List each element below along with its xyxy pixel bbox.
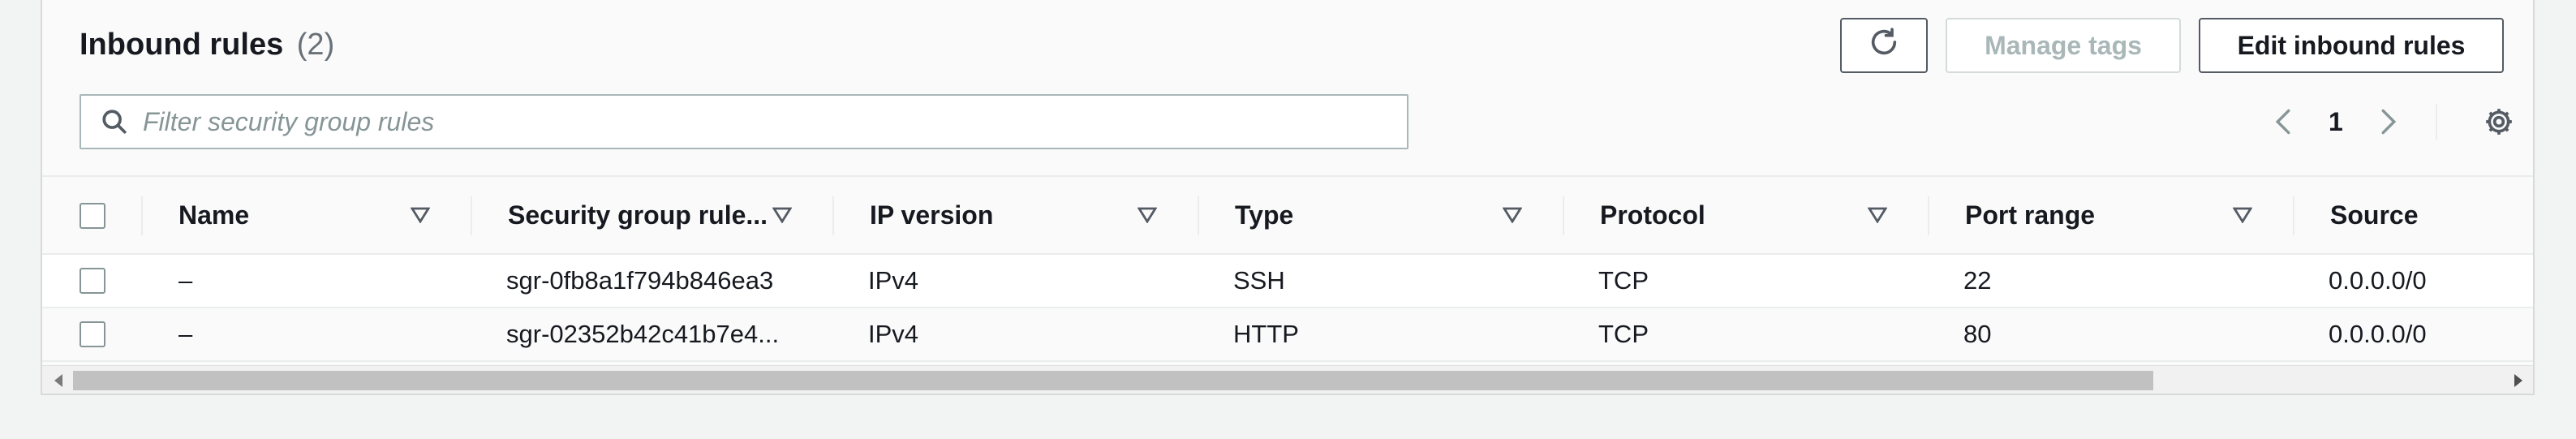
column-header-name[interactable]: Name (178, 177, 249, 253)
sort-icon[interactable] (1503, 177, 1522, 253)
cell-rule-id: sgr-02352b42c41b7e4... (506, 320, 780, 348)
sort-icon[interactable] (772, 177, 792, 253)
gear-icon[interactable] (2481, 104, 2517, 140)
column-divider (471, 196, 472, 235)
cell-port-range: 22 (1963, 266, 1992, 295)
cell-ip-version: IPv4 (868, 266, 919, 295)
cell-protocol: TCP (1598, 266, 1649, 295)
column-divider (832, 196, 834, 235)
table-row[interactable]: – sgr-02352b42c41b7e4... IPv4 HTTP TCP 8… (42, 308, 2533, 362)
search-icon (99, 106, 130, 137)
cell-type: HTTP (1233, 320, 1299, 348)
filter-field[interactable] (80, 94, 1408, 149)
column-header-type[interactable]: Type (1235, 177, 1293, 253)
column-header-port-range[interactable]: Port range (1965, 177, 2095, 253)
cell-port-range: 80 (1963, 320, 1992, 348)
horizontal-scrollbar[interactable] (42, 365, 2533, 394)
column-divider (141, 196, 143, 235)
row-checkbox[interactable] (80, 268, 105, 294)
column-header-rule-id[interactable]: Security group rule... (508, 177, 768, 253)
scroll-left-arrow-icon[interactable] (47, 366, 71, 394)
pagination: 1 (2267, 94, 2517, 149)
sort-icon[interactable] (1868, 177, 1887, 253)
column-header-protocol[interactable]: Protocol (1600, 177, 1705, 253)
chevron-left-icon[interactable] (2267, 105, 2299, 138)
sort-icon[interactable] (2233, 177, 2252, 253)
select-all-checkbox[interactable] (80, 203, 105, 229)
rule-count: (2) (296, 28, 335, 62)
column-divider (2293, 196, 2294, 235)
cell-protocol: TCP (1598, 320, 1649, 348)
panel-heading: Inbound rules (2) (80, 24, 334, 65)
column-header-ip-version[interactable]: IP version (870, 177, 993, 253)
row-checkbox[interactable] (80, 321, 105, 347)
column-header-source[interactable]: Source (2330, 177, 2418, 253)
search-input[interactable] (143, 106, 1360, 137)
cell-name: – (178, 266, 193, 295)
edit-inbound-rules-button[interactable]: Edit inbound rules (2199, 18, 2504, 73)
sort-icon[interactable] (1137, 177, 1157, 253)
inbound-rules-panel: Inbound rules (2) Manage tags Edit inbou… (41, 0, 2535, 395)
scrollbar-thumb[interactable] (73, 371, 2153, 390)
current-page-number[interactable]: 1 (2329, 107, 2343, 137)
cell-type: SSH (1233, 266, 1285, 295)
cell-name: – (178, 320, 193, 348)
scroll-right-arrow-icon[interactable] (2505, 366, 2530, 394)
sort-icon[interactable] (411, 177, 430, 253)
refresh-button[interactable] (1840, 18, 1928, 73)
table-header: Name Security group rule... IP version T… (42, 177, 2533, 255)
cell-source: 0.0.0.0/0 (2329, 266, 2427, 295)
cell-source: 0.0.0.0/0 (2329, 320, 2427, 348)
cell-ip-version: IPv4 (868, 320, 919, 348)
column-divider (1563, 196, 1564, 235)
refresh-icon (1868, 26, 1900, 65)
table-row[interactable]: – sgr-0fb8a1f794b846ea3 IPv4 SSH TCP 22 … (42, 255, 2533, 308)
cell-rule-id: sgr-0fb8a1f794b846ea3 (506, 266, 774, 295)
column-divider (1928, 196, 1929, 235)
rules-table: Name Security group rule... IP version T… (42, 175, 2533, 362)
chevron-right-icon[interactable] (2372, 105, 2405, 138)
column-divider (1198, 196, 1199, 235)
page-title: Inbound rules (80, 28, 284, 62)
manage-tags-button[interactable]: Manage tags (1946, 18, 2181, 73)
pager-divider (2435, 104, 2437, 140)
